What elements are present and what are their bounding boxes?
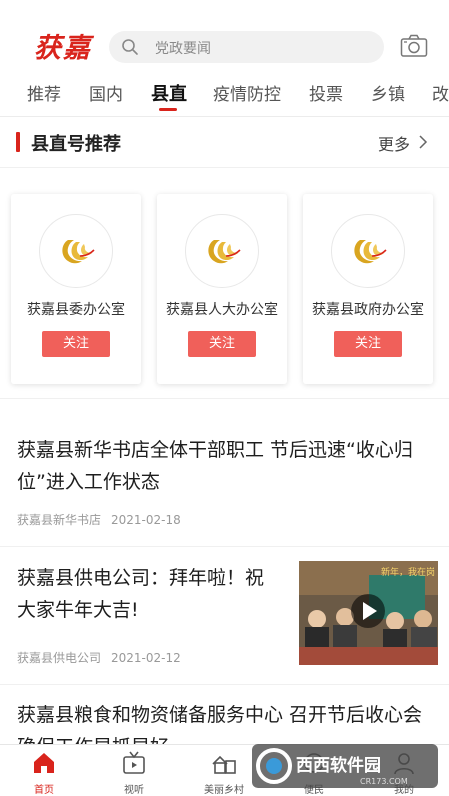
tab-vote[interactable]: 投票: [309, 80, 343, 105]
active-tab-indicator: [159, 108, 177, 111]
divider: [0, 398, 449, 399]
section-marker: [16, 132, 20, 152]
huojia-logo-icon: [62, 240, 95, 264]
huojia-logo-icon: [208, 240, 241, 264]
divider: [0, 116, 449, 117]
account-card[interactable]: 获嘉县政府办公室 关注: [303, 194, 433, 384]
article-title[interactable]: 获嘉县新华书店全体干部职工 节后迅速“收心归位”进入工作状态: [17, 434, 431, 498]
section-title: 县直号推荐: [31, 134, 121, 155]
home-icon: [34, 753, 54, 773]
article-date: 2021-02-12: [111, 651, 181, 665]
account-card[interactable]: 获嘉县委办公室 关注: [11, 194, 141, 384]
chevron-right-icon[interactable]: [417, 134, 429, 150]
village-icon: [212, 755, 236, 774]
account-name: 获嘉县政府办公室: [312, 302, 424, 318]
watermark-brand: 西西软件园: [296, 755, 381, 776]
more-link[interactable]: 更多: [378, 131, 410, 155]
article-meta: 获嘉县供电公司 2021-02-12: [17, 649, 181, 666]
nav-label: 首页: [34, 785, 54, 796]
huojia-logo-icon: [354, 240, 387, 264]
nav-label: 美丽乡村: [204, 785, 244, 796]
divider: [0, 167, 449, 168]
tv-icon: [123, 751, 145, 774]
account-name: 获嘉县人大办公室: [166, 302, 278, 318]
article-title[interactable]: 获嘉县供电公司：拜年啦！祝大家牛年大吉!: [17, 562, 279, 626]
search-bar[interactable]: 党政要闻: [109, 31, 384, 63]
tab-recommend[interactable]: 推荐: [27, 80, 61, 105]
tab-county[interactable]: 县直: [151, 80, 187, 106]
nav-home[interactable]: 首页: [14, 745, 74, 796]
article-thumbnail[interactable]: 新年，我在岗: [299, 561, 438, 665]
article-meta: 获嘉县新华书店 2021-02-18: [17, 511, 181, 528]
thumbnail-image: 新年，我在岗: [299, 561, 438, 665]
divider: [0, 546, 449, 547]
nav-media[interactable]: 视听: [104, 745, 164, 796]
account-avatar: [39, 214, 113, 288]
account-card[interactable]: 获嘉县人大办公室 关注: [157, 194, 287, 384]
watermark-domain: CR173.COM: [360, 777, 408, 786]
tab-epidemic[interactable]: 疫情防控: [213, 80, 281, 105]
article-source: 获嘉县供电公司: [17, 651, 102, 665]
account-avatar: [185, 214, 259, 288]
camera-icon[interactable]: [400, 34, 428, 58]
tab-domestic[interactable]: 国内: [89, 80, 123, 105]
divider: [0, 684, 449, 685]
thumb-caption: 新年，我在岗: [381, 566, 435, 578]
search-placeholder: 党政要闻: [155, 41, 211, 57]
article-source: 获嘉县新华书店: [17, 513, 102, 527]
tab-reform[interactable]: 改: [432, 80, 449, 105]
app-logo: 获嘉: [34, 33, 92, 64]
nav-label: 视听: [124, 785, 144, 796]
tab-towns[interactable]: 乡镇: [371, 80, 405, 105]
site-watermark: 西西软件园 CR173.COM: [252, 744, 438, 788]
account-avatar: [331, 214, 405, 288]
app-header: 获嘉 党政要闻: [0, 0, 449, 72]
follow-button[interactable]: 关注: [42, 331, 110, 357]
search-icon: [122, 39, 138, 55]
nav-village[interactable]: 美丽乡村: [194, 745, 254, 796]
article-date: 2021-02-18: [111, 513, 181, 527]
follow-button[interactable]: 关注: [188, 331, 256, 357]
account-name: 获嘉县委办公室: [27, 302, 125, 318]
channel-tabs: 推荐 国内 县直 疫情防控 投票 乡镇 改: [0, 72, 449, 116]
follow-button[interactable]: 关注: [334, 331, 402, 357]
